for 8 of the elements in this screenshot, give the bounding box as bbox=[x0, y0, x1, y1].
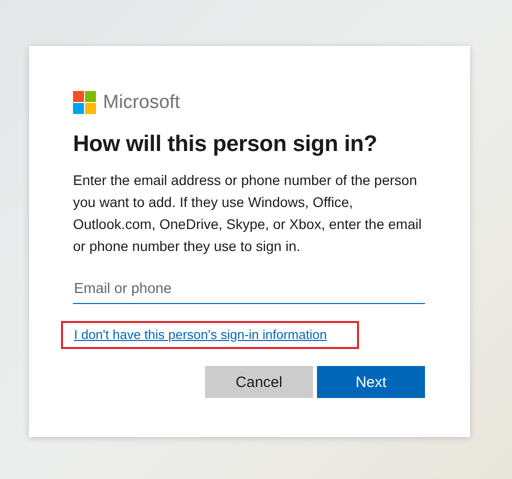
next-button[interactable]: Next bbox=[317, 366, 425, 398]
email-field[interactable]: Email or phone bbox=[73, 275, 425, 304]
dialog-title: How will this person sign in? bbox=[73, 131, 378, 157]
sign-in-info-link[interactable]: I don't have this person's sign-in information bbox=[61, 321, 359, 349]
cancel-button[interactable]: Cancel bbox=[205, 366, 313, 398]
logo-icon bbox=[73, 91, 96, 114]
description-text: Enter the email address or phone number of the person you want to add. If they use Windows, Office, Outlook.com, OneDrive, Skype, or Xbox, enter the email or phone number they use to sign in. bbox=[73, 171, 423, 256]
brand-name: Microsoft bbox=[103, 92, 180, 114]
